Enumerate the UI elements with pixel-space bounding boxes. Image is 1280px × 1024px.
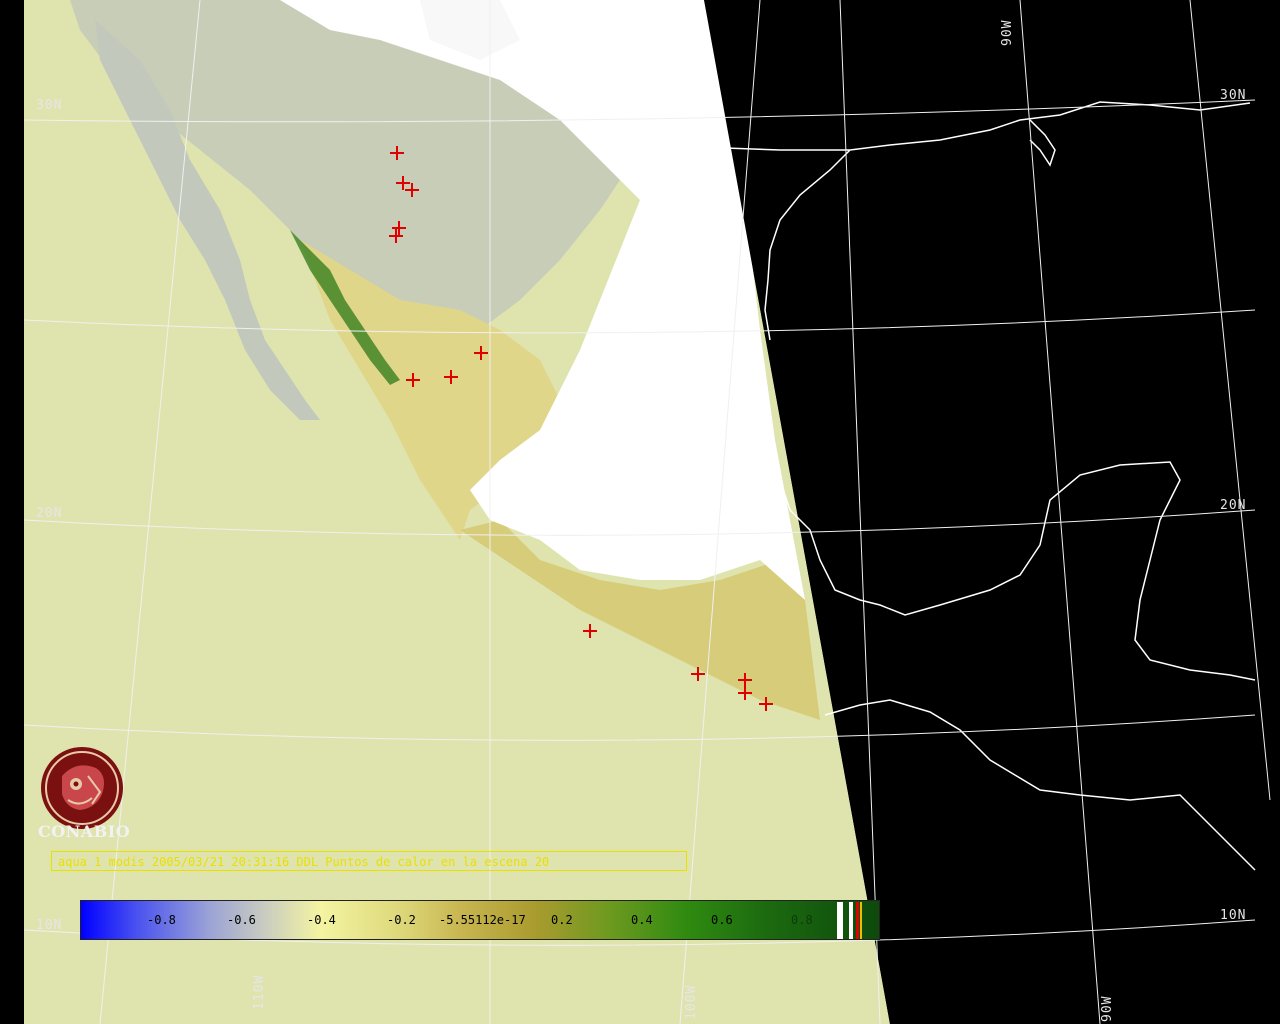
lat-label-30n-left: 30N	[36, 98, 63, 113]
colorbar-tick: 0.8	[791, 913, 813, 927]
colorbar-tick: 0.6	[711, 913, 733, 927]
scene-caption: aqua 1 modis 2005/03/21 20:31:16 DDL Pun…	[51, 851, 687, 871]
colorbar-tick: 0.4	[631, 913, 653, 927]
lon-label-90w-bottom: 90W	[1100, 995, 1115, 1022]
colorbar-water-swatch	[849, 902, 853, 939]
colorbar-cloud-swatch	[837, 902, 843, 939]
lat-label-20n-right: 20N	[1220, 498, 1247, 513]
left-margin	[0, 0, 24, 1024]
logo-text: CONABIO	[38, 822, 131, 841]
lat-label-10n-right: 10N	[1220, 908, 1247, 923]
colorbar-tick: -0.6	[227, 913, 256, 927]
lat-label-20n-left: 20N	[36, 506, 63, 521]
colorbar-tick: -0.2	[387, 913, 416, 927]
lat-label-30n-right: 30N	[1220, 88, 1247, 103]
lon-label-110w-bottom: 110W	[252, 974, 267, 1010]
satellite-map: 30N 30N 20N 20N 10N 10N 90W 90W 100W 110…	[0, 0, 1280, 1024]
lon-label-90w-top: 90W	[1000, 19, 1015, 46]
colorbar-tick: -0.8	[147, 913, 176, 927]
lat-label-10n-left: 10N	[36, 918, 63, 933]
colorbar-tick: 0.2	[551, 913, 573, 927]
colorbar-tick: -0.4	[307, 913, 336, 927]
lon-label-100w-bottom: 100W	[684, 984, 699, 1020]
ndvi-colorbar: -0.8 -0.6 -0.4 -0.2 -5.55112e-17 0.2 0.4…	[80, 900, 880, 940]
colorbar-tick: -5.55112e-17	[439, 913, 526, 927]
colorbar-hotspot-swatch	[856, 902, 859, 939]
colorbar-marker-swatch	[860, 902, 862, 939]
